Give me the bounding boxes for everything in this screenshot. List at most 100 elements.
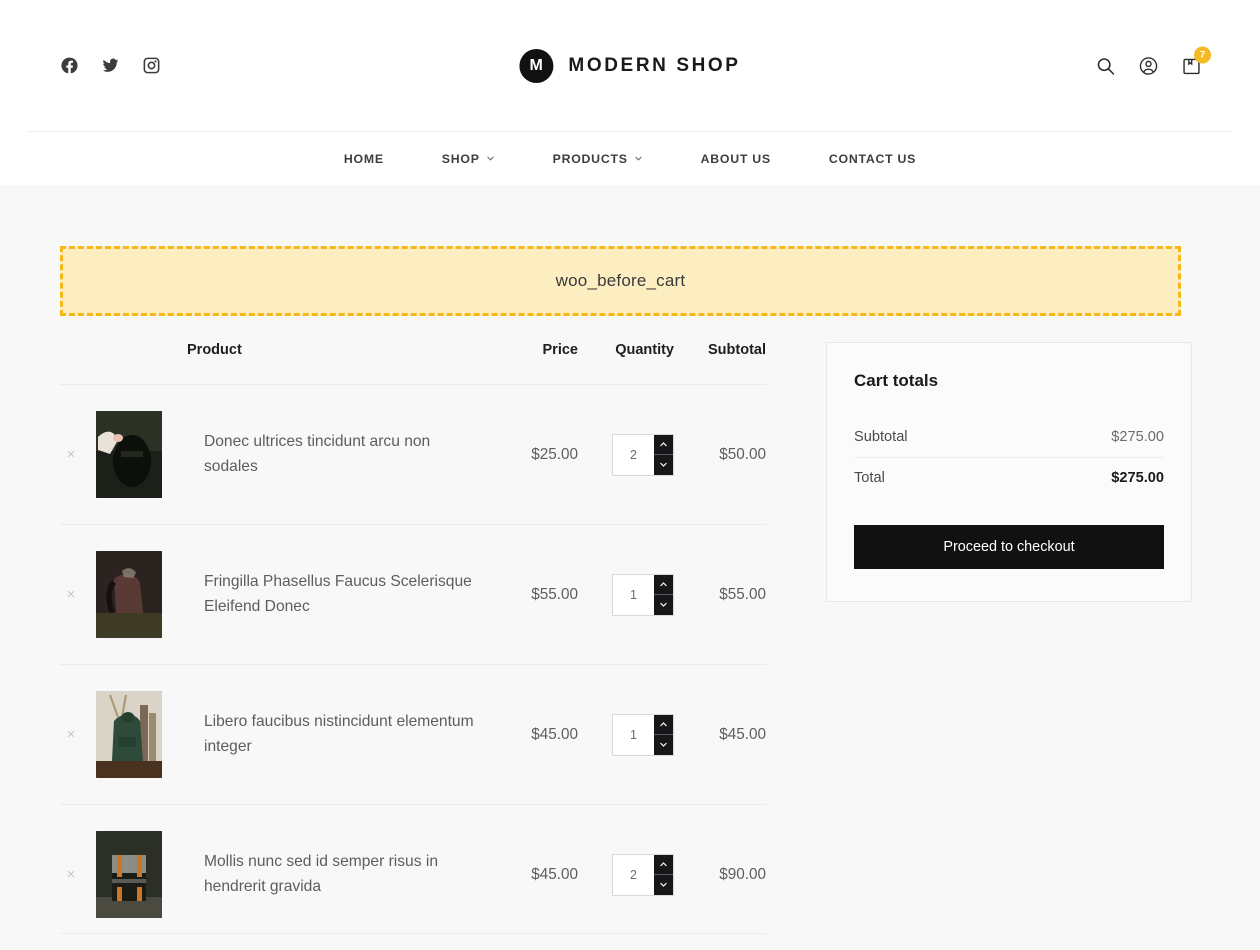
- cell-remove: ×: [60, 665, 96, 805]
- quantity-arrows: [654, 575, 673, 615]
- cart-page: M MODERN SHOP 7 HOME: [0, 0, 1260, 950]
- remove-item-button[interactable]: ×: [60, 584, 82, 606]
- quantity-input[interactable]: 1: [613, 575, 654, 615]
- cell-quantity: 2: [578, 385, 674, 525]
- remove-item-button[interactable]: ×: [60, 444, 82, 466]
- cell-product-name: Libero faucibus nistincidunt elementum i…: [184, 665, 492, 805]
- cart-table-bottom-rule: [60, 933, 766, 934]
- product-thumbnail[interactable]: [96, 551, 162, 638]
- search-icon[interactable]: [1095, 55, 1116, 76]
- cell-thumbnail: [96, 805, 184, 945]
- product-thumbnail[interactable]: [96, 831, 162, 918]
- cart-content: Product Price Quantity Subtotal ×: [0, 342, 1260, 944]
- quantity-increase-button[interactable]: [654, 575, 673, 595]
- column-header-remove: [60, 342, 96, 385]
- nav-item-products[interactable]: PRODUCTS: [524, 152, 672, 166]
- site-logo[interactable]: M MODERN SHOP: [519, 49, 740, 83]
- cart-icon[interactable]: 7: [1181, 55, 1202, 76]
- product-link[interactable]: Mollis nunc sed id semper risus in hendr…: [184, 850, 492, 898]
- table-row: ×: [60, 805, 766, 945]
- nav-item-shop[interactable]: SHOP: [413, 152, 524, 166]
- quantity-stepper[interactable]: 2: [612, 434, 674, 476]
- quantity-arrows: [654, 855, 673, 895]
- quantity-stepper[interactable]: 2: [612, 854, 674, 896]
- cell-subtotal: $50.00: [674, 385, 766, 525]
- quantity-decrease-button[interactable]: [654, 454, 673, 475]
- nav-label-products: PRODUCTS: [553, 152, 628, 166]
- quantity-increase-button[interactable]: [654, 855, 673, 875]
- account-icon[interactable]: [1138, 55, 1159, 76]
- column-header-product: Product: [184, 342, 492, 385]
- column-header-subtotal: Subtotal: [674, 342, 766, 385]
- facebook-icon[interactable]: [60, 56, 79, 75]
- cart-header-row: Product Price Quantity Subtotal: [60, 342, 766, 385]
- nav-item-contact-us[interactable]: CONTACT US: [800, 152, 945, 166]
- quantity-increase-button[interactable]: [654, 435, 673, 455]
- table-row: ×: [60, 525, 766, 665]
- cart-totals-container: Cart totals Subtotal $275.00 Total $275.…: [826, 342, 1192, 602]
- cart-table: Product Price Quantity Subtotal ×: [60, 342, 766, 944]
- column-header-price: Price: [492, 342, 578, 385]
- product-link[interactable]: Donec ultrices tincidunt arcu non sodale…: [184, 430, 492, 478]
- nav-label-contact-us: CONTACT US: [829, 152, 916, 166]
- chevron-down-icon: [486, 154, 495, 163]
- nav-item-about-us[interactable]: ABOUT US: [672, 152, 800, 166]
- cart-table-container: Product Price Quantity Subtotal ×: [60, 342, 766, 944]
- social-links: [60, 56, 161, 75]
- cell-price: $25.00: [492, 385, 578, 525]
- product-thumbnail[interactable]: [96, 411, 162, 498]
- cell-quantity: 1: [578, 525, 674, 665]
- proceed-to-checkout-button[interactable]: Proceed to checkout: [854, 525, 1164, 569]
- remove-item-button[interactable]: ×: [60, 724, 82, 746]
- cell-product-name: Donec ultrices tincidunt arcu non sodale…: [184, 385, 492, 525]
- remove-item-button[interactable]: ×: [60, 864, 82, 886]
- cell-remove: ×: [60, 385, 96, 525]
- cell-subtotal: $55.00: [674, 525, 766, 665]
- totals-row-subtotal: Subtotal $275.00: [854, 417, 1164, 458]
- cell-thumbnail: [96, 385, 184, 525]
- product-thumbnail[interactable]: [96, 691, 162, 778]
- cell-product-name: Mollis nunc sed id semper risus in hendr…: [184, 805, 492, 945]
- quantity-stepper[interactable]: 1: [612, 714, 674, 756]
- cell-thumbnail: [96, 525, 184, 665]
- quantity-decrease-button[interactable]: [654, 734, 673, 755]
- cell-product-name: Fringilla Phasellus Faucus Scelerisque E…: [184, 525, 492, 665]
- totals-row-total: Total $275.00: [854, 458, 1164, 498]
- main-navigation: HOME SHOP PRODUCTS ABOUT US CONTACT US: [0, 132, 1260, 185]
- cart-table-head: Product Price Quantity Subtotal: [60, 342, 766, 385]
- header-actions: 7: [1095, 55, 1202, 76]
- quantity-input[interactable]: 2: [613, 855, 654, 895]
- quantity-decrease-button[interactable]: [654, 874, 673, 895]
- nav-item-home[interactable]: HOME: [315, 152, 413, 166]
- quantity-input[interactable]: 2: [613, 435, 654, 475]
- quantity-stepper[interactable]: 1: [612, 574, 674, 616]
- cell-price: $45.00: [492, 665, 578, 805]
- instagram-icon[interactable]: [142, 56, 161, 75]
- hook-banner-label: woo_before_cart: [556, 271, 686, 291]
- quantity-decrease-button[interactable]: [654, 594, 673, 615]
- quantity-arrows: [654, 715, 673, 755]
- quantity-input[interactable]: 1: [613, 715, 654, 755]
- subtotal-label: Subtotal: [854, 429, 908, 445]
- cell-quantity: 2: [578, 805, 674, 945]
- twitter-icon[interactable]: [101, 56, 120, 75]
- quantity-increase-button[interactable]: [654, 715, 673, 735]
- product-link[interactable]: Libero faucibus nistincidunt elementum i…: [184, 710, 492, 758]
- cell-subtotal: $90.00: [674, 805, 766, 945]
- site-header: M MODERN SHOP 7 HOME: [0, 0, 1260, 185]
- quantity-arrows: [654, 435, 673, 475]
- cart-totals-panel: Cart totals Subtotal $275.00 Total $275.…: [826, 342, 1192, 602]
- column-header-thumbnail: [96, 342, 184, 385]
- nav-label-shop: SHOP: [442, 152, 480, 166]
- table-row: ×: [60, 385, 766, 525]
- logo-text: MODERN SHOP: [568, 55, 740, 77]
- product-link[interactable]: Fringilla Phasellus Faucus Scelerisque E…: [184, 570, 492, 618]
- nav-label-about-us: ABOUT US: [701, 152, 771, 166]
- header-top-bar: M MODERN SHOP 7: [0, 0, 1260, 131]
- cell-quantity: 1: [578, 665, 674, 805]
- cell-thumbnail: [96, 665, 184, 805]
- nav-label-home: HOME: [344, 152, 384, 166]
- cart-table-body: ×: [60, 385, 766, 945]
- cell-subtotal: $45.00: [674, 665, 766, 805]
- cart-count-badge: 7: [1194, 46, 1211, 63]
